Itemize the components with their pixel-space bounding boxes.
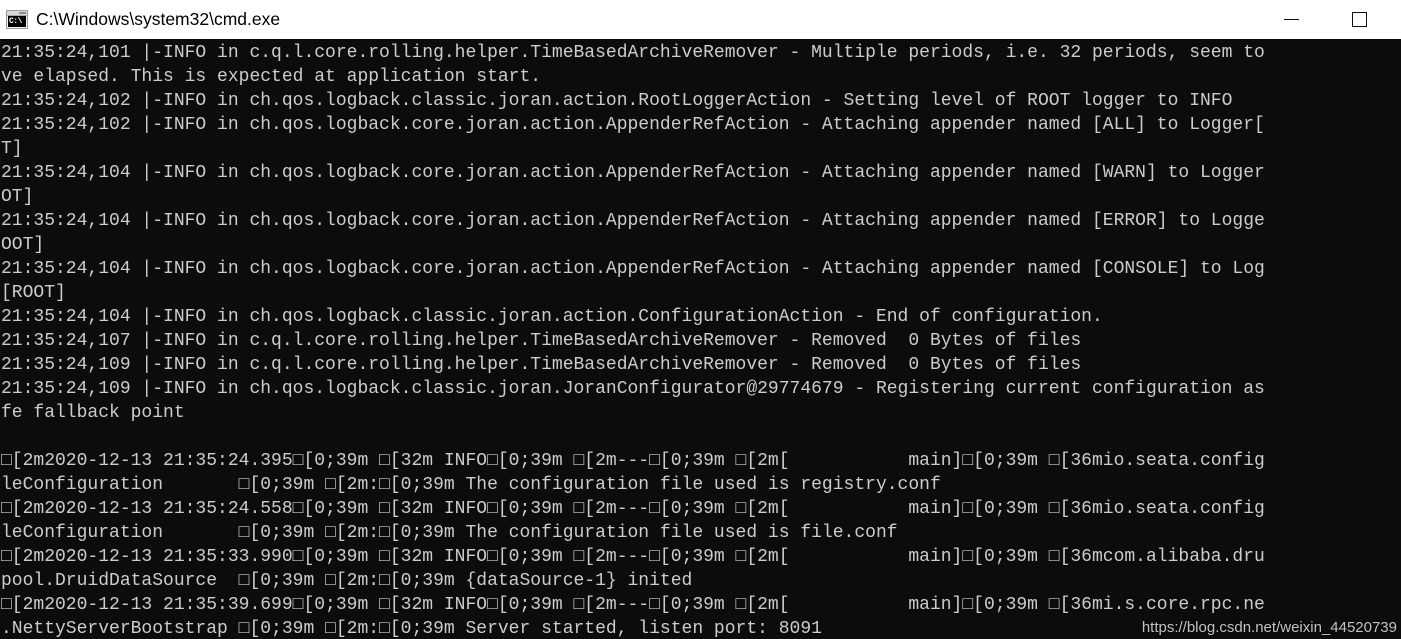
console-line: OOT] xyxy=(1,235,45,255)
cmd-icon-prompt: C:\ xyxy=(8,15,26,27)
console-line: 21:35:24,102 |-INFO in ch.qos.logback.cl… xyxy=(1,91,1233,111)
console-line: leConfiguration □[0;39m □[2m:□[0;39m The… xyxy=(1,475,941,495)
minimize-button[interactable] xyxy=(1257,0,1325,38)
console-line: OT] xyxy=(1,187,34,207)
console-line: ve elapsed. This is expected at applicat… xyxy=(1,67,542,87)
console-line: T] xyxy=(1,139,23,159)
console-line: 21:35:24,109 |-INFO in ch.qos.logback.cl… xyxy=(1,379,1265,399)
console-line: 21:35:24,107 |-INFO in c.q.l.core.rollin… xyxy=(1,331,1082,351)
console-line: □[2m2020-12-13 21:35:24.558□[0;39m □[32m… xyxy=(1,499,1265,519)
minimize-icon xyxy=(1283,18,1299,20)
maximize-icon xyxy=(1351,11,1367,27)
console-line: 21:35:24,102 |-INFO in ch.qos.logback.co… xyxy=(1,115,1265,135)
title-bar-left: C:\ C:\Windows\system32\cmd.exe xyxy=(0,0,280,38)
console-line: 21:35:24,101 |-INFO in c.q.l.core.rollin… xyxy=(1,43,1265,63)
console-line: 21:35:24,104 |-INFO in ch.qos.logback.co… xyxy=(1,163,1265,183)
console-line: 21:35:24,109 |-INFO in c.q.l.core.rollin… xyxy=(1,355,1082,375)
cmd-window: C:\ C:\Windows\system32\cmd.exe 21:35:24… xyxy=(0,0,1401,639)
close-button[interactable] xyxy=(1393,0,1401,38)
console-line: 21:35:24,104 |-INFO in ch.qos.logback.co… xyxy=(1,211,1265,231)
console-line: □[2m2020-12-13 21:35:39.699□[0;39m □[32m… xyxy=(1,595,1265,615)
console-line: .NettyServerBootstrap □[0;39m □[2m:□[0;3… xyxy=(1,619,822,639)
console-line: □[2m2020-12-13 21:35:33.990□[0;39m □[32m… xyxy=(1,547,1265,567)
console-line: □[2m2020-12-13 21:35:24.395□[0;39m □[32m… xyxy=(1,451,1265,471)
console-line: 21:35:24,104 |-INFO in ch.qos.logback.co… xyxy=(1,259,1265,279)
window-controls xyxy=(1257,0,1401,38)
console-line: fe fallback point xyxy=(1,403,185,423)
cmd-exe-icon: C:\ xyxy=(6,9,28,29)
console-line: leConfiguration □[0;39m □[2m:□[0;39m The… xyxy=(1,523,898,543)
window-title: C:\Windows\system32\cmd.exe xyxy=(36,9,281,29)
console-line: pool.DruidDataSource □[0;39m □[2m:□[0;39… xyxy=(1,571,693,591)
console-line: [ROOT] xyxy=(1,283,66,303)
maximize-button[interactable] xyxy=(1325,0,1393,38)
console-output-area[interactable]: 21:35:24,101 |-INFO in c.q.l.core.rollin… xyxy=(0,39,1401,639)
console-text-buffer: 21:35:24,101 |-INFO in c.q.l.core.rollin… xyxy=(0,39,1265,639)
title-bar[interactable]: C:\ C:\Windows\system32\cmd.exe xyxy=(0,0,1401,39)
console-line: 21:35:24,104 |-INFO in ch.qos.logback.cl… xyxy=(1,307,1103,327)
